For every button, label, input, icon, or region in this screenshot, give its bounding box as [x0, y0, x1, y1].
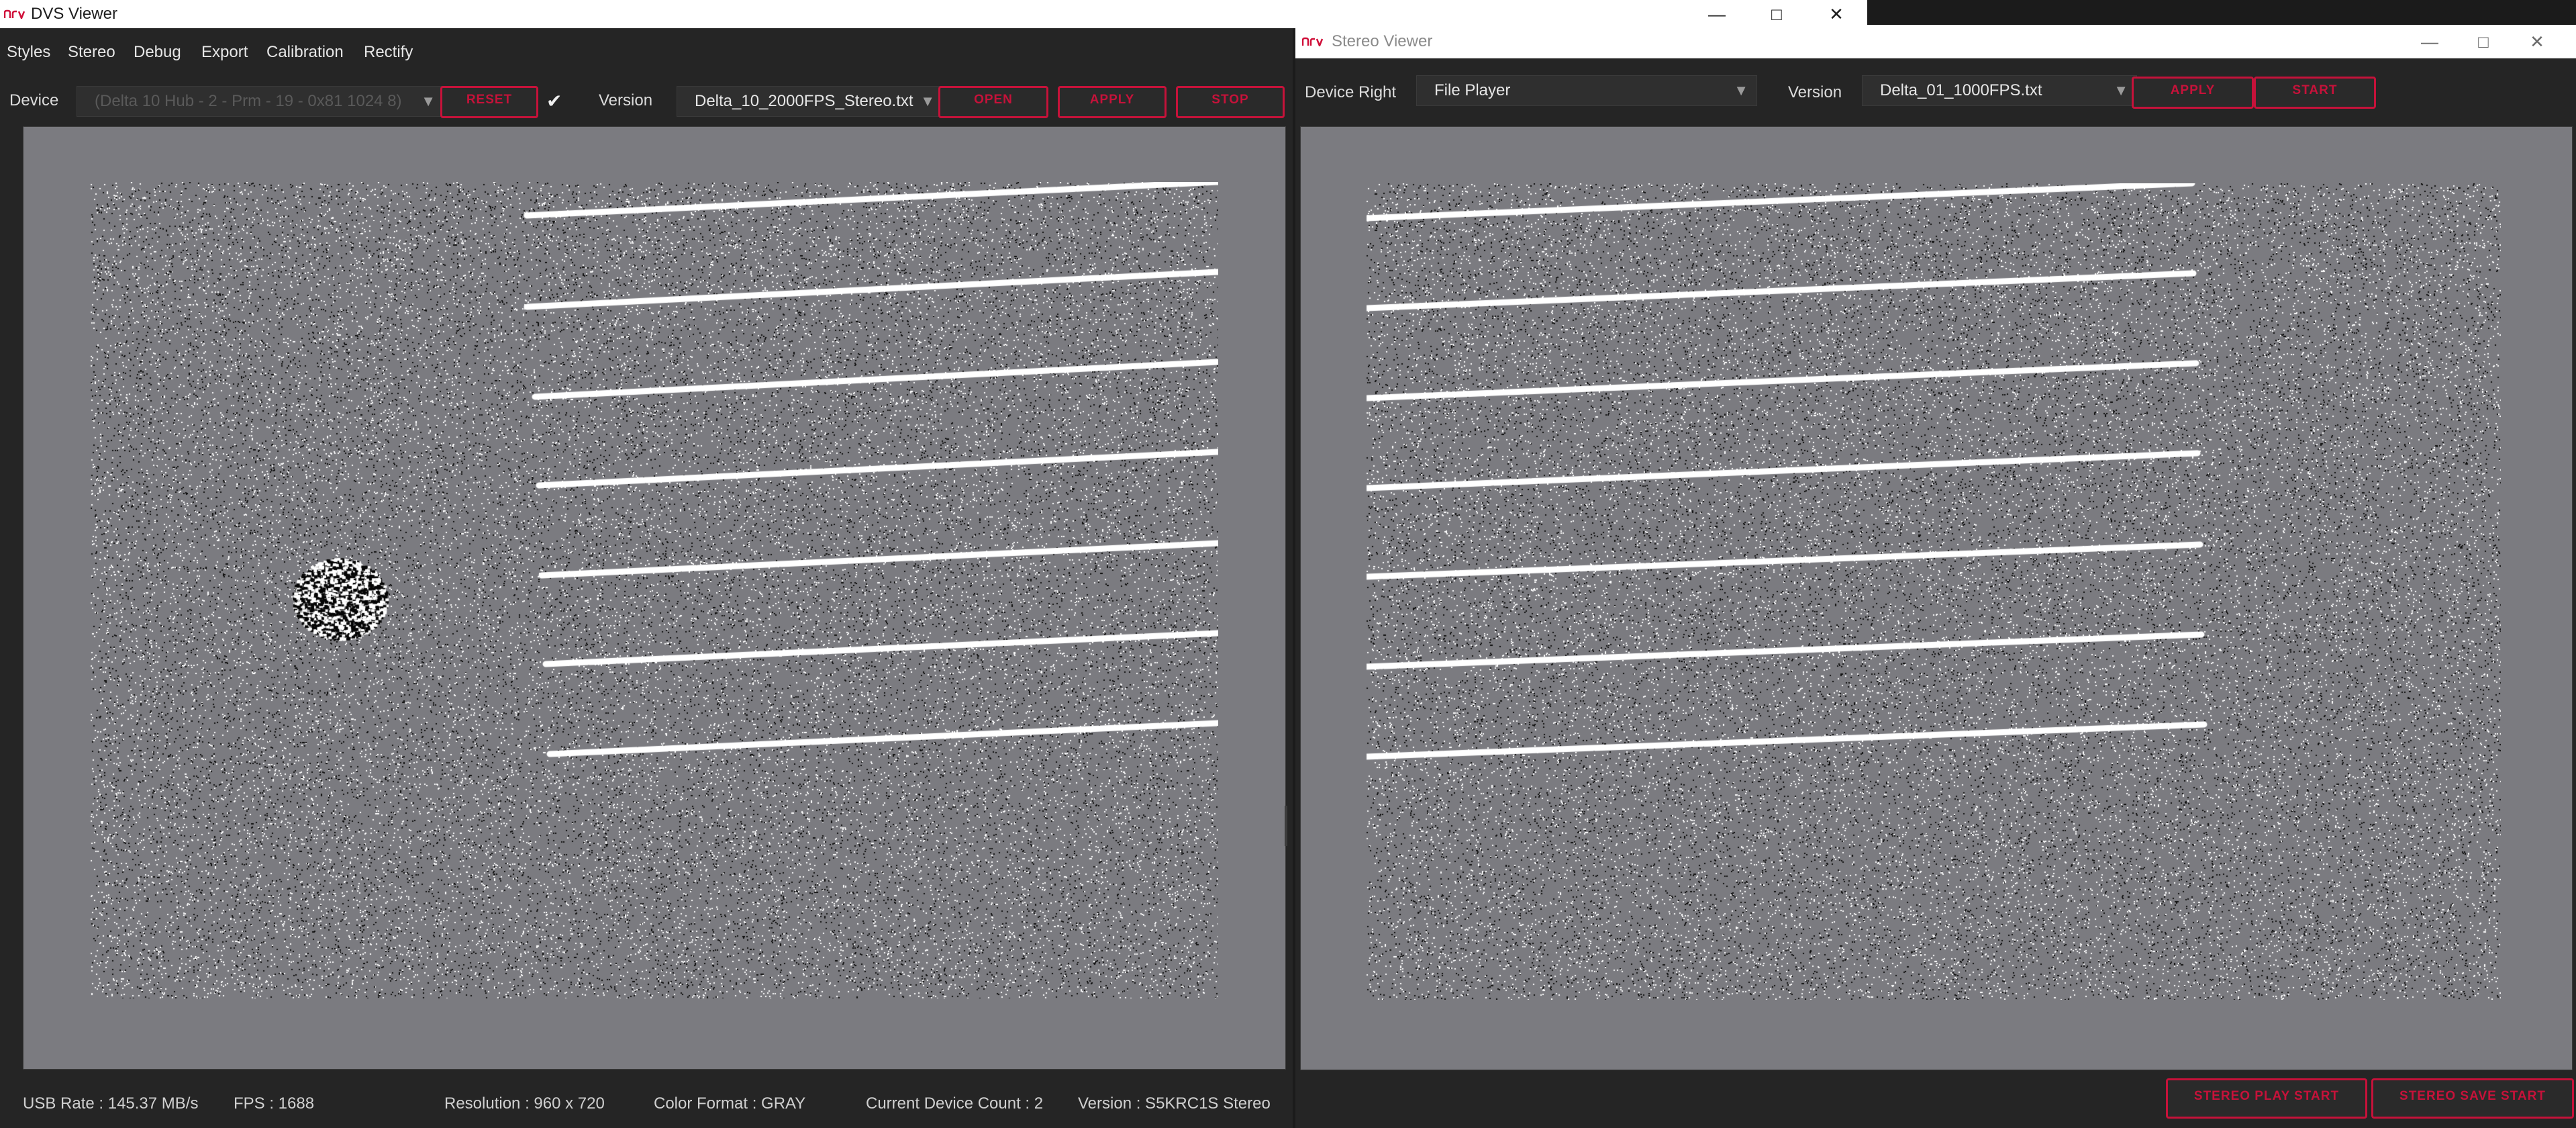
event-view-left[interactable]	[23, 126, 1286, 1070]
menu-debug[interactable]: Debug	[134, 28, 181, 77]
device-right-select-value: File Player	[1434, 81, 1511, 99]
title-bar: Stereo Viewer — □ ✕	[1295, 25, 2576, 58]
event-image-left	[91, 182, 1218, 998]
event-image-right	[1367, 183, 2501, 1000]
menu-styles[interactable]: Styles	[7, 28, 50, 77]
menu-bar: Styles Stereo Debug Export Calibration R…	[0, 28, 1293, 77]
chevron-down-icon: ▼	[421, 93, 436, 109]
apply-button[interactable]: APPLY	[2132, 77, 2254, 109]
open-button[interactable]: OPEN	[938, 86, 1048, 118]
minimize-icon[interactable]: —	[1697, 0, 1737, 28]
minimize-icon[interactable]: —	[2410, 25, 2450, 58]
stereo-save-start-button[interactable]: STEREO SAVE START	[2371, 1078, 2574, 1119]
window-title: DVS Viewer	[31, 5, 117, 23]
menu-stereo[interactable]: Stereo	[68, 28, 115, 77]
menu-export[interactable]: Export	[201, 28, 248, 77]
version-select-value: Delta_01_1000FPS.txt	[1880, 81, 2042, 99]
device-select[interactable]: (Delta 10 Hub - 2 - Prm - 19 - 0x81 1024…	[77, 86, 444, 117]
device-toolbar: Device (Delta 10 Hub - 2 - Prm - 19 - 0x…	[0, 77, 1293, 125]
close-icon[interactable]: ✕	[2517, 25, 2557, 58]
device-right-label: Device Right	[1305, 83, 1397, 101]
device-label: Device	[9, 91, 59, 109]
device-toolbar: Device Right File Player ▼ Version Delta…	[1295, 59, 2576, 125]
fps-text: FPS : 1688	[234, 1094, 315, 1113]
device-count-text: Current Device Count : 2	[866, 1094, 1044, 1113]
check-icon[interactable]: ✔	[546, 90, 562, 112]
scrollbar-hint	[1285, 806, 1287, 846]
version-label: Version	[1788, 83, 1842, 101]
usb-rate-text: USB Rate : 145.37 MB/s	[23, 1094, 199, 1113]
reset-button[interactable]: RESET	[440, 86, 538, 118]
apply-button[interactable]: APPLY	[1058, 86, 1167, 118]
version-label: Version	[599, 91, 653, 109]
color-format-text: Color Format : GRAY	[654, 1094, 806, 1113]
menu-calibration[interactable]: Calibration	[266, 28, 344, 77]
close-icon[interactable]: ✕	[1816, 0, 1856, 28]
stereo-viewer-window: Stereo Viewer — □ ✕ Device Right File Pl…	[1295, 25, 2576, 1128]
version-status-text: Version : S5KRC1S Stereo	[1078, 1094, 1271, 1113]
app-logo-icon	[4, 9, 26, 19]
stereo-play-start-button[interactable]: STEREO PLAY START	[2166, 1078, 2367, 1119]
stop-button[interactable]: STOP	[1176, 86, 1285, 118]
maximize-icon[interactable]: □	[1756, 0, 1797, 28]
chevron-down-icon: ▼	[920, 93, 935, 109]
chevron-down-icon: ▼	[1734, 82, 1748, 99]
version-select[interactable]: Delta_01_1000FPS.txt ▼	[1862, 75, 2137, 106]
version-select-value: Delta_10_2000FPS_Stereo.txt	[695, 92, 913, 110]
device-select-value: (Delta 10 Hub - 2 - Prm - 19 - 0x81 1024…	[95, 92, 402, 110]
app-logo-icon	[1302, 37, 1324, 46]
maximize-icon[interactable]: □	[2463, 25, 2504, 58]
chevron-down-icon: ▼	[2114, 82, 2128, 99]
window-title: Stereo Viewer	[1332, 32, 1433, 50]
resolution-text: Resolution : 960 x 720	[444, 1094, 605, 1113]
event-view-right[interactable]	[1300, 126, 2573, 1070]
start-button[interactable]: START	[2254, 77, 2376, 109]
device-right-select[interactable]: File Player ▼	[1416, 75, 1757, 106]
menu-rectify[interactable]: Rectify	[364, 28, 413, 77]
version-select[interactable]: Delta_10_2000FPS_Stereo.txt ▼	[677, 86, 944, 117]
title-bar: DVS Viewer — □ ✕	[0, 0, 1867, 28]
dvs-viewer-window: DVS Viewer — □ ✕ Styles Stereo Debug Exp…	[0, 0, 1867, 1128]
